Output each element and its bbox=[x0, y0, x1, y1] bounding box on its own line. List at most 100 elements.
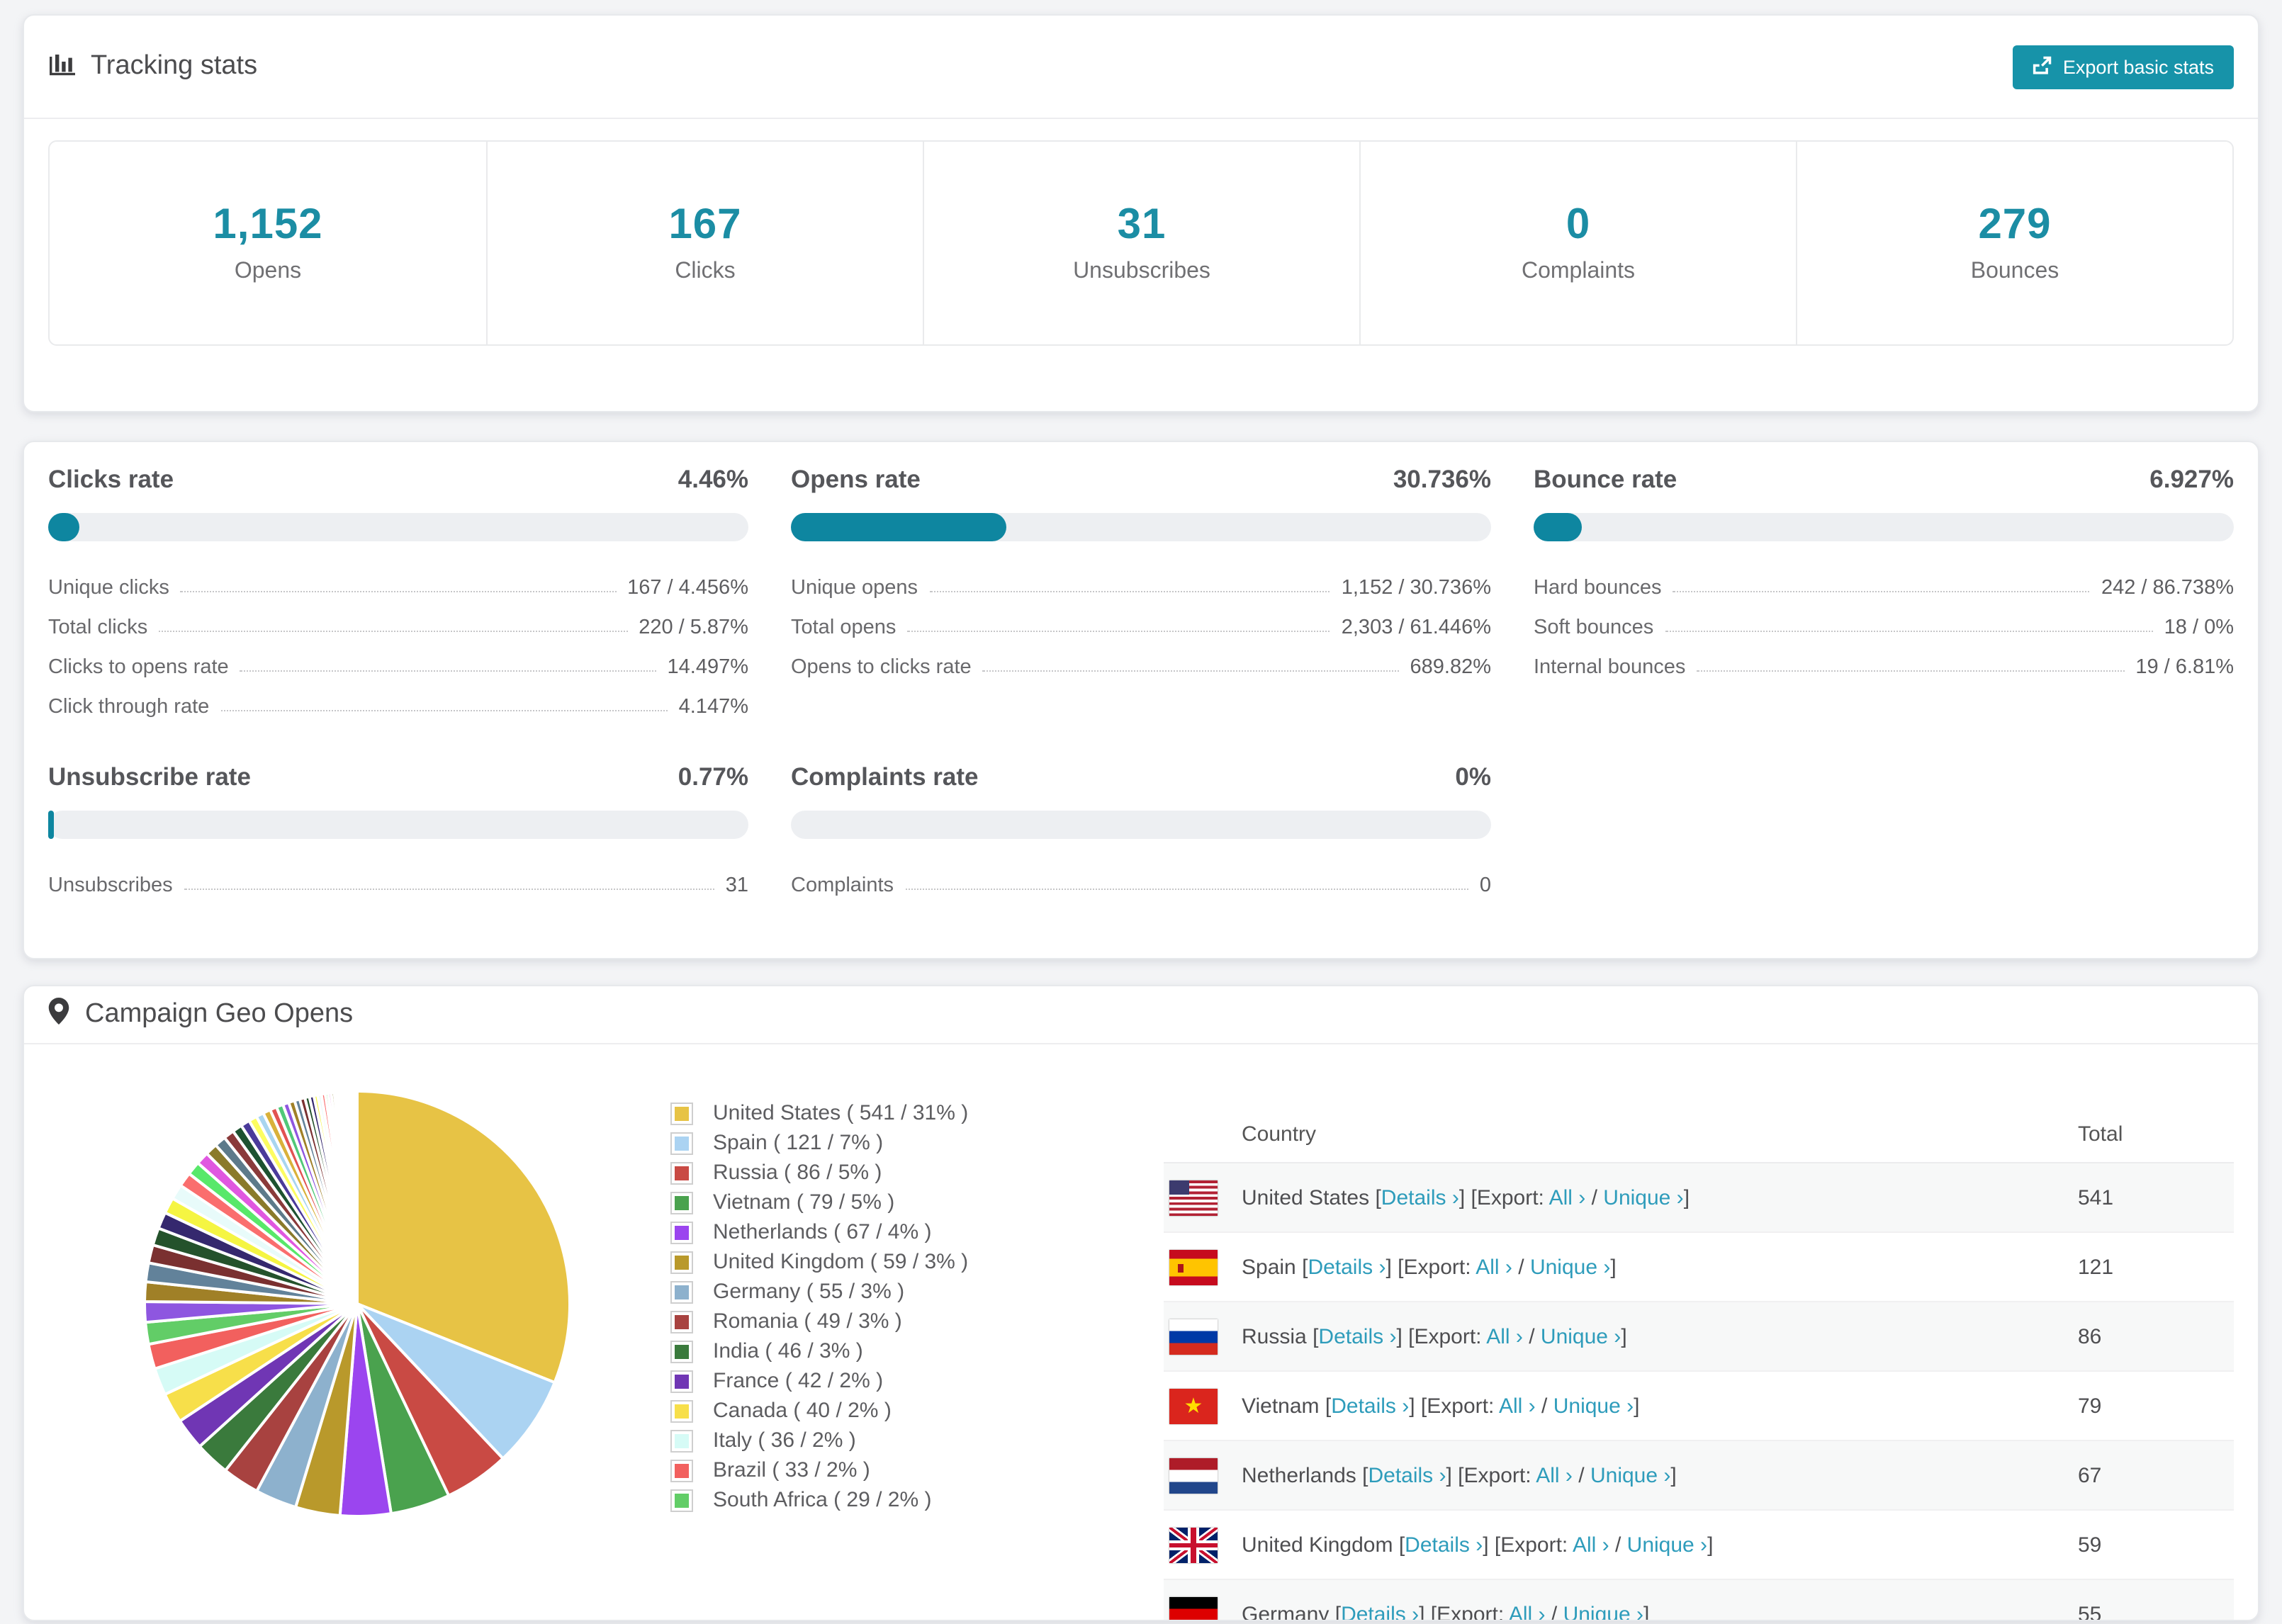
legend-label: Canada ( 40 / 2% ) bbox=[713, 1399, 892, 1423]
metric-row: Soft bounces 18 / 0% bbox=[1534, 604, 2234, 643]
export-unique-link[interactable]: Unique › bbox=[1627, 1533, 1707, 1557]
stat-label: Unsubscribes bbox=[1073, 259, 1210, 283]
export-basic-stats-button[interactable]: Export basic stats bbox=[2013, 45, 2234, 89]
legend-label: Germany ( 55 / 3% ) bbox=[713, 1280, 905, 1304]
metric-row: Unique clicks 167 / 4.456% bbox=[48, 564, 748, 604]
es-flag-icon bbox=[1169, 1249, 1218, 1285]
export-unique-link[interactable]: Unique › bbox=[1603, 1185, 1683, 1209]
metric-row: Clicks to opens rate 14.497% bbox=[48, 643, 748, 683]
details-link[interactable]: Details › bbox=[1368, 1463, 1446, 1487]
legend-swatch bbox=[670, 1489, 693, 1511]
dotted-leader bbox=[907, 631, 1330, 632]
metric-rows: Complaints 0 bbox=[791, 862, 1491, 901]
metric-row: Opens to clicks rate 689.82% bbox=[791, 643, 1491, 683]
metric-value: 1,152 / 30.736% bbox=[1341, 577, 1491, 599]
dotted-leader bbox=[184, 889, 714, 890]
details-link[interactable]: Details › bbox=[1341, 1602, 1419, 1620]
progress-bar bbox=[48, 811, 748, 839]
rate-title: Complaints rate bbox=[791, 762, 979, 791]
export-all-link[interactable]: All › bbox=[1476, 1255, 1512, 1279]
export-button-label: Export basic stats bbox=[2062, 56, 2214, 77]
metric-label: Unique clicks bbox=[48, 577, 169, 599]
rate-panel-header: Unsubscribe rate 0.77% bbox=[48, 762, 748, 792]
progress-bar bbox=[791, 513, 1491, 541]
export-all-link[interactable]: All › bbox=[1549, 1185, 1586, 1209]
bracket: ] bbox=[1634, 1394, 1640, 1418]
total-cell: 86 bbox=[2078, 1324, 2102, 1348]
legend-swatch bbox=[670, 1102, 693, 1124]
legend-label: Vietnam ( 79 / 5% ) bbox=[713, 1190, 895, 1214]
legend-item: Spain ( 121 / 7% ) bbox=[670, 1128, 1138, 1158]
legend-label: United States ( 541 / 31% ) bbox=[713, 1101, 969, 1125]
total-cell: 121 bbox=[2078, 1255, 2114, 1279]
stat-card-complaints: 0 Complaints bbox=[1359, 142, 1796, 344]
bracket: ] bbox=[1707, 1533, 1714, 1557]
metric-value: 242 / 86.738% bbox=[2101, 577, 2234, 599]
details-link[interactable]: Details › bbox=[1318, 1324, 1396, 1348]
dotted-leader bbox=[159, 631, 628, 632]
progress-bar bbox=[791, 811, 1491, 839]
bar-chart-icon bbox=[48, 50, 77, 83]
details-link[interactable]: Details › bbox=[1381, 1185, 1459, 1209]
bracket: ] bbox=[1621, 1324, 1627, 1348]
export-unique-link[interactable]: Unique › bbox=[1553, 1394, 1634, 1418]
export-unique-link[interactable]: Unique › bbox=[1590, 1463, 1670, 1487]
details-link[interactable]: Details › bbox=[1331, 1394, 1409, 1418]
progress-fill bbox=[48, 513, 80, 541]
geo-section-title: Campaign Geo Opens bbox=[85, 999, 354, 1029]
rate-title: Unsubscribe rate bbox=[48, 762, 251, 791]
metric-row: Total opens 2,303 / 61.446% bbox=[791, 604, 1491, 643]
metric-row: Unique opens 1,152 / 30.736% bbox=[791, 564, 1491, 604]
country-column-header: Country bbox=[1242, 1122, 1317, 1146]
legend-item: South Africa ( 29 / 2% ) bbox=[670, 1485, 1138, 1515]
table-row: Vietnam [Details ›] [Export: All › / Uni… bbox=[1164, 1372, 2234, 1441]
legend-swatch bbox=[670, 1459, 693, 1482]
stat-label: Bounces bbox=[1970, 259, 2059, 283]
rate-panel-header: Clicks rate 4.46% bbox=[48, 465, 748, 495]
us-flag-icon bbox=[1169, 1180, 1218, 1215]
rate-panel-header: Opens rate 30.736% bbox=[791, 465, 1491, 495]
metric-label: Unsubscribes bbox=[48, 874, 173, 897]
stat-value: 167 bbox=[668, 201, 742, 248]
page-title: Tracking stats bbox=[91, 51, 258, 81]
rate-value: 0% bbox=[1455, 762, 1491, 791]
geo-card-header: Campaign Geo Opens bbox=[24, 986, 2258, 1044]
legend-swatch bbox=[670, 1191, 693, 1214]
table-row: Russia [Details ›] [Export: All › / Uniq… bbox=[1164, 1302, 2234, 1372]
table-row: Germany [Details ›] [Export: All › / Uni… bbox=[1164, 1580, 2234, 1621]
legend-swatch bbox=[670, 1370, 693, 1392]
export-label: Export: bbox=[1403, 1255, 1476, 1279]
legend-swatch bbox=[670, 1310, 693, 1333]
country-cell: Russia [Details ›] [Export: All › / Uniq… bbox=[1242, 1324, 2078, 1348]
export-all-link[interactable]: All › bbox=[1486, 1324, 1523, 1348]
details-link[interactable]: Details › bbox=[1405, 1533, 1483, 1557]
export-all-link[interactable]: All › bbox=[1509, 1602, 1546, 1620]
rate-panel-opens-rate: Opens rate 30.736% Unique opens 1,152 / 30.… bbox=[791, 465, 1491, 723]
metric-label: Clicks to opens rate bbox=[48, 656, 229, 679]
stat-label: Opens bbox=[234, 259, 302, 283]
pie-legend: United States ( 541 / 31% ) Spain ( 121 /… bbox=[670, 1098, 1138, 1515]
export-all-link[interactable]: All › bbox=[1536, 1463, 1573, 1487]
bracket: ] bbox=[1610, 1255, 1617, 1279]
metric-rows: Hard bounces 242 / 86.738% Soft bounces 18 … bbox=[1534, 564, 2234, 683]
stat-value: 0 bbox=[1566, 201, 1591, 248]
legend-label: South Africa ( 29 / 2% ) bbox=[713, 1488, 932, 1512]
export-all-link[interactable]: All › bbox=[1499, 1394, 1536, 1418]
export-unique-link[interactable]: Unique › bbox=[1530, 1255, 1610, 1279]
legend-label: Italy ( 36 / 2% ) bbox=[713, 1428, 856, 1453]
legend-swatch bbox=[670, 1161, 693, 1184]
export-unique-link[interactable]: Unique › bbox=[1563, 1602, 1643, 1620]
legend-swatch bbox=[670, 1429, 693, 1452]
metric-label: Total clicks bbox=[48, 616, 148, 639]
stat-card-unsubscribes: 31 Unsubscribes bbox=[923, 142, 1359, 344]
export-unique-link[interactable]: Unique › bbox=[1541, 1324, 1621, 1348]
ru-flag-icon bbox=[1169, 1319, 1218, 1354]
stat-value: 1,152 bbox=[213, 201, 323, 248]
stat-card-clicks: 167 Clicks bbox=[486, 142, 923, 344]
export-all-link[interactable]: All › bbox=[1573, 1533, 1609, 1557]
country-cell: United Kingdom [Details ›] [Export: All … bbox=[1242, 1533, 2078, 1557]
bracket: [ bbox=[1334, 1602, 1342, 1621]
country-cell: Germany [Details ›] [Export: All › / Uni… bbox=[1242, 1602, 2078, 1621]
dotted-leader bbox=[220, 710, 668, 711]
details-link[interactable]: Details › bbox=[1308, 1255, 1386, 1279]
